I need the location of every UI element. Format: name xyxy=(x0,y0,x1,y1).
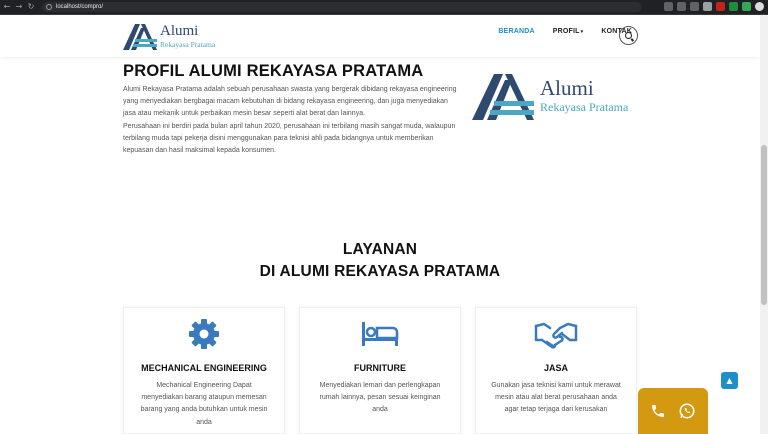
profile-description: Alumi Rekayasa Pratama adalah sebuah per… xyxy=(123,84,459,157)
reload-icon[interactable]: ↻ xyxy=(26,0,36,14)
page-scrollbar[interactable] xyxy=(760,15,768,434)
extension-icon[interactable] xyxy=(729,2,738,11)
service-title: MECHANICAL ENGINEERING xyxy=(141,363,267,373)
main-nav: BERANDA PROFIL▾ KONTAK xyxy=(480,28,632,35)
nav-profil-label: PROFIL xyxy=(552,28,580,35)
star-icon[interactable] xyxy=(690,2,699,11)
scrollbar-thumb[interactable] xyxy=(761,145,767,305)
extension-icon[interactable] xyxy=(742,2,751,11)
extension-icons xyxy=(664,2,764,11)
forward-icon[interactable]: → xyxy=(14,0,24,14)
zoom-icon[interactable] xyxy=(677,2,686,11)
logo[interactable]: Alumi Rekayasa Pratama xyxy=(123,22,223,50)
bed-icon xyxy=(362,322,399,346)
chevron-up-icon: ▲ xyxy=(726,376,733,385)
search-button[interactable] xyxy=(619,26,638,45)
extension-icon[interactable] xyxy=(716,2,725,11)
services-title: LAYANAN xyxy=(342,241,418,258)
profile-paragraph-2: Perusahaan ini berdiri pada bulan april … xyxy=(123,122,456,155)
handshake-icon xyxy=(534,322,578,349)
profile-title: PROFIL ALUMI REKAYASA PRATAMA xyxy=(123,62,424,80)
logo-subtitle: Rekayasa Pratama xyxy=(540,100,629,114)
profile-paragraph-1: Alumi Rekayasa Pratama adalah sebuah per… xyxy=(123,86,457,118)
translate-icon[interactable] xyxy=(664,2,673,11)
logo-title: Alumi xyxy=(540,76,594,100)
back-icon[interactable]: ← xyxy=(2,0,12,14)
search-icon xyxy=(625,32,632,39)
logo-mark-icon xyxy=(123,24,157,50)
nav-profil[interactable]: PROFIL▾ xyxy=(553,28,584,35)
nav-beranda[interactable]: BERANDA xyxy=(498,28,534,35)
logo-title: Alumi xyxy=(160,23,199,39)
phone-icon[interactable] xyxy=(650,403,666,419)
service-card-mechanical: MECHANICAL ENGINEERING Mechanical Engine… xyxy=(123,307,285,434)
service-card-furniture: FURNITURE Menyediakan lemari dan perleng… xyxy=(299,307,461,434)
avatar[interactable] xyxy=(755,2,764,11)
site-header: Alumi Rekayasa Pratama BERANDA PROFIL▾ K… xyxy=(0,15,760,57)
services-subtitle: DI ALUMI REKAYASA PRATAMA xyxy=(259,263,501,280)
back-to-top-button[interactable]: ▲ xyxy=(721,372,738,389)
contact-float-panel xyxy=(638,388,708,434)
service-description: Menyediakan lemari dan perlengkapan ruma… xyxy=(319,382,441,414)
info-icon[interactable] xyxy=(46,4,52,10)
caret-down-icon: ▾ xyxy=(580,29,584,35)
service-description: Gunakan jasa teknisi kami untuk merawat … xyxy=(491,382,621,414)
address-bar[interactable]: localhost/compro/ xyxy=(42,2,642,12)
extension-icon[interactable] xyxy=(703,2,712,11)
company-logo-image: Alumi Rekayasa Pratama xyxy=(468,66,638,124)
logo-subtitle: Rekayasa Pratama xyxy=(160,40,216,49)
gear-icon xyxy=(189,319,219,349)
whatsapp-icon[interactable] xyxy=(678,402,696,420)
url-text: localhost/compro/ xyxy=(56,4,104,10)
browser-toolbar: ← → ↻ localhost/compro/ xyxy=(0,0,768,14)
logo-mark-icon xyxy=(472,74,534,120)
service-description: Mechanical Engineering Dapat menyediakan… xyxy=(140,382,268,426)
service-title: JASA xyxy=(543,363,568,373)
service-card-jasa: JASA Gunakan jasa teknisi kami untuk mer… xyxy=(475,307,637,434)
service-title: FURNITURE xyxy=(354,363,406,373)
